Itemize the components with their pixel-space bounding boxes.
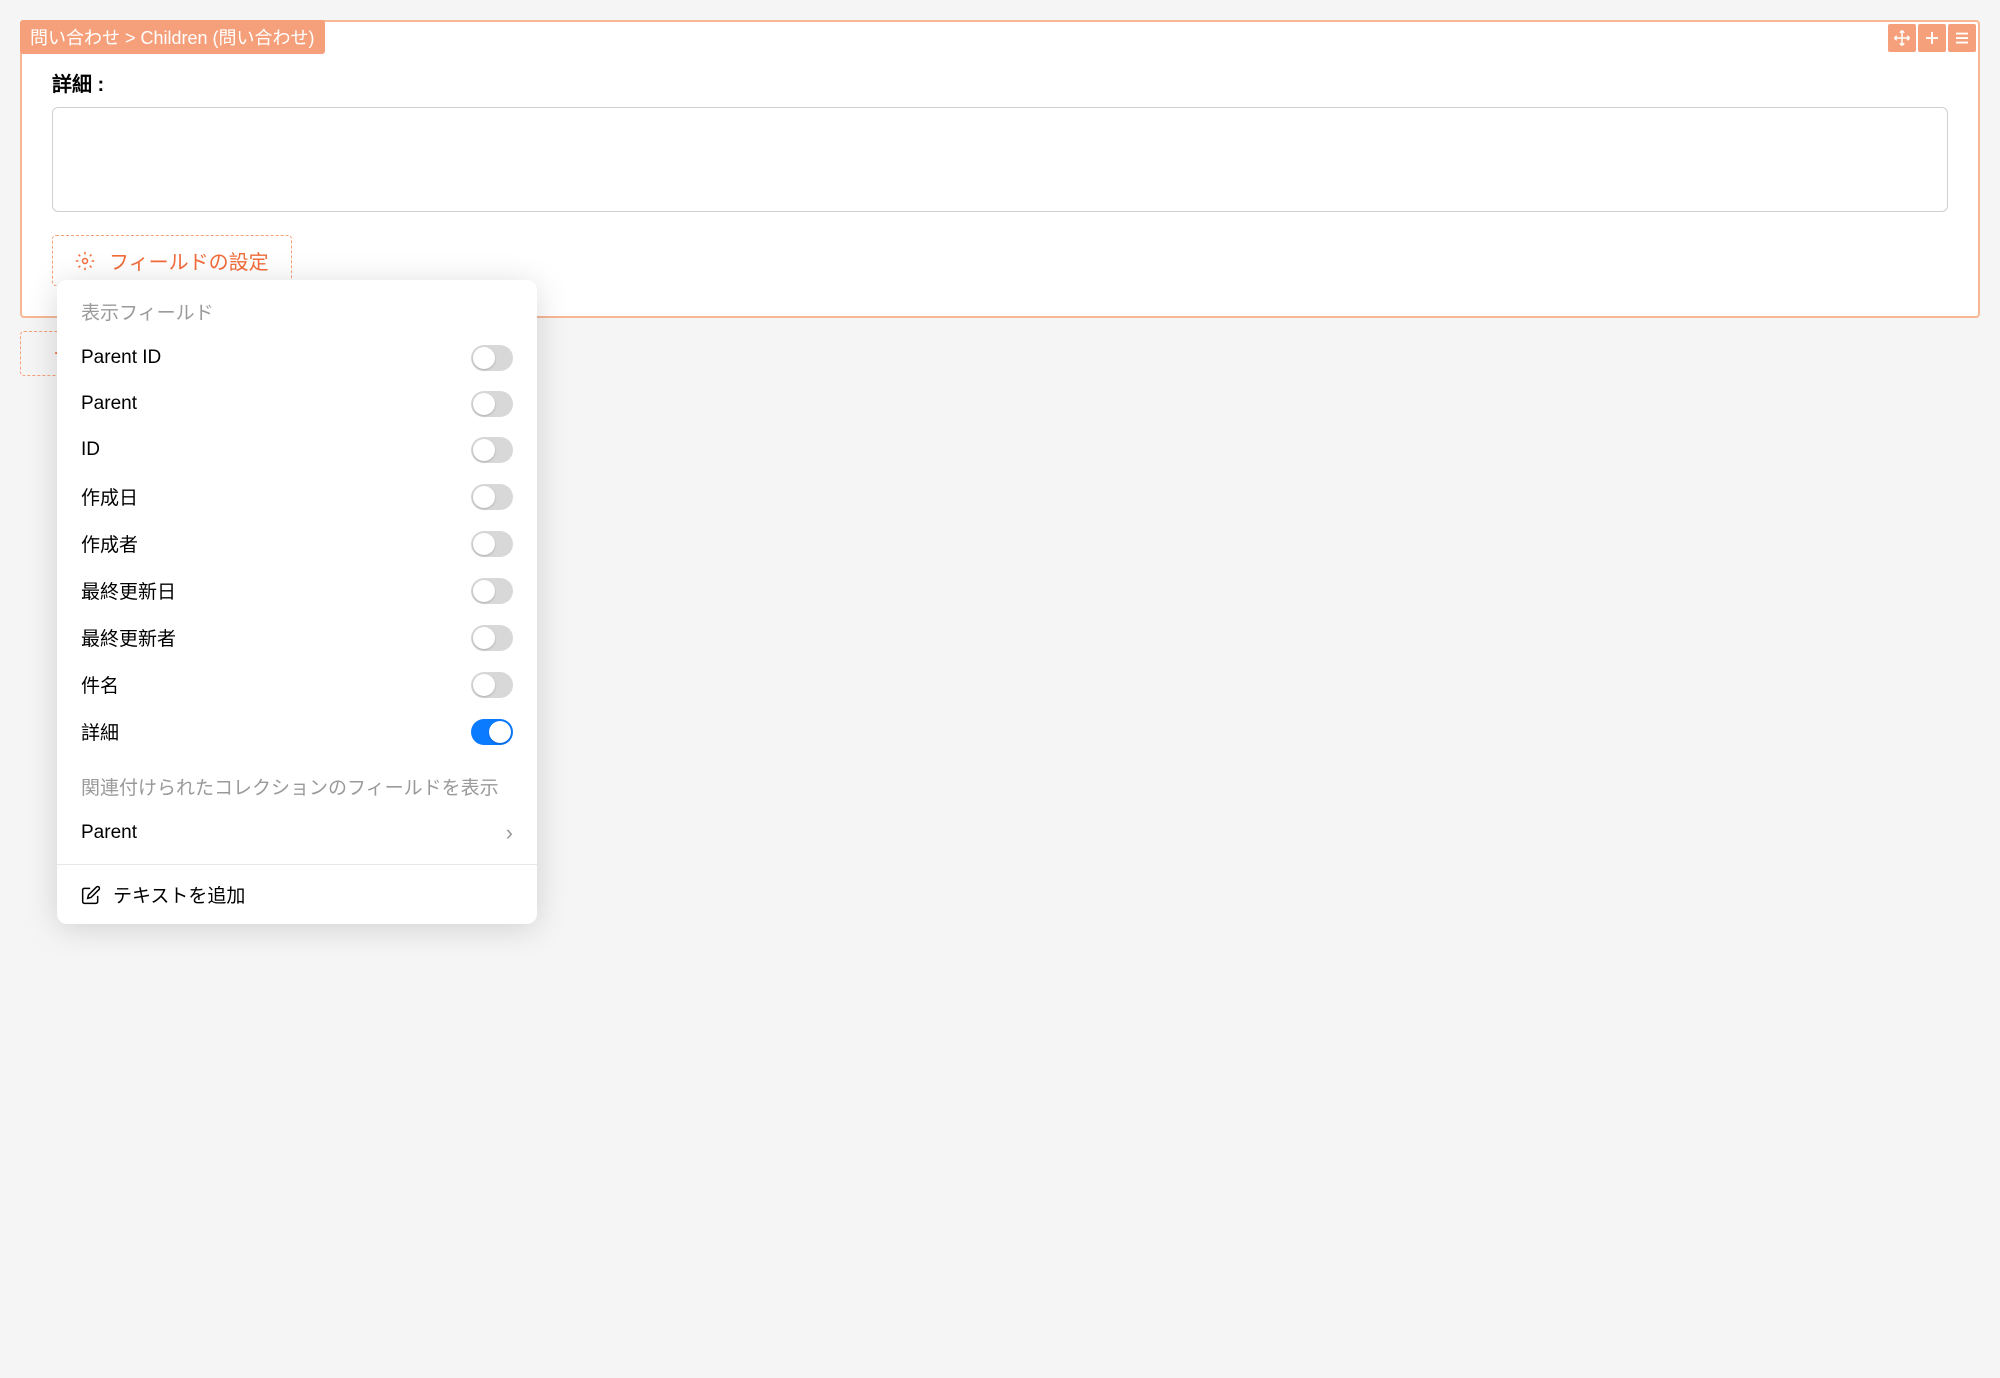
related-list: Parent › bbox=[57, 810, 537, 856]
field-settings-label: フィールドの設定 bbox=[109, 246, 269, 275]
field-row: 最終更新日 bbox=[57, 567, 537, 614]
plus-icon[interactable] bbox=[1918, 24, 1946, 52]
related-item-row[interactable]: Parent › bbox=[57, 810, 537, 856]
field-row-label: Parent bbox=[81, 393, 137, 415]
field-row-label: 作成日 bbox=[81, 483, 138, 510]
menu-icon[interactable] bbox=[1948, 24, 1976, 52]
fields-list: Parent ID Parent ID 作成日作成者最終更新日最終更新者件名詳細 bbox=[57, 335, 537, 755]
field-row-label: 件名 bbox=[81, 671, 119, 698]
add-text-button[interactable]: テキストを追加 bbox=[57, 865, 537, 924]
chevron-right-icon: › bbox=[506, 820, 513, 846]
field-row-label: ID bbox=[81, 439, 100, 461]
detail-section: 詳細 : フィールドの設定 bbox=[22, 56, 1978, 286]
field-row: 最終更新者 bbox=[57, 614, 537, 661]
field-row-label: Parent ID bbox=[81, 347, 161, 369]
field-settings-popup: 表示フィールド Parent ID Parent ID 作成日作成者最終更新日最終更新… bbox=[57, 280, 537, 924]
field-row: Parent ID bbox=[57, 335, 537, 381]
field-row-label: 最終更新者 bbox=[81, 624, 176, 651]
add-text-label: テキストを追加 bbox=[113, 881, 245, 908]
field-toggle[interactable] bbox=[471, 345, 513, 371]
field-toggle[interactable] bbox=[471, 437, 513, 463]
field-row: ID bbox=[57, 427, 537, 473]
field-toggle[interactable] bbox=[471, 578, 513, 604]
field-row-label: 最終更新日 bbox=[81, 577, 176, 604]
field-row: Parent bbox=[57, 381, 537, 427]
field-row: 作成日 bbox=[57, 473, 537, 520]
block-toolbar bbox=[1888, 24, 1976, 52]
popup-section-title: 表示フィールド bbox=[57, 280, 537, 335]
field-row-label: 詳細 bbox=[81, 718, 119, 745]
field-row: 件名 bbox=[57, 661, 537, 708]
field-toggle[interactable] bbox=[471, 484, 513, 510]
detail-label: 詳細 : bbox=[52, 68, 1948, 97]
field-toggle[interactable] bbox=[471, 672, 513, 698]
gear-icon bbox=[75, 251, 95, 271]
popup-related-section-title: 関連付けられたコレクションのフィールドを表示 bbox=[57, 755, 537, 810]
field-toggle[interactable] bbox=[471, 719, 513, 745]
edit-icon bbox=[81, 885, 101, 905]
breadcrumb[interactable]: 問い合わせ > Children (問い合わせ) bbox=[20, 20, 325, 54]
detail-textarea[interactable] bbox=[52, 107, 1948, 212]
field-toggle[interactable] bbox=[471, 625, 513, 651]
field-row: 詳細 bbox=[57, 708, 537, 755]
block-container: 問い合わせ > Children (問い合わせ) 詳細 : bbox=[20, 20, 1980, 318]
field-settings-button[interactable]: フィールドの設定 bbox=[52, 235, 292, 286]
field-toggle[interactable] bbox=[471, 531, 513, 557]
move-icon[interactable] bbox=[1888, 24, 1916, 52]
field-toggle[interactable] bbox=[471, 391, 513, 417]
field-row: 作成者 bbox=[57, 520, 537, 567]
related-item-label: Parent bbox=[81, 822, 137, 844]
field-row-label: 作成者 bbox=[81, 530, 138, 557]
